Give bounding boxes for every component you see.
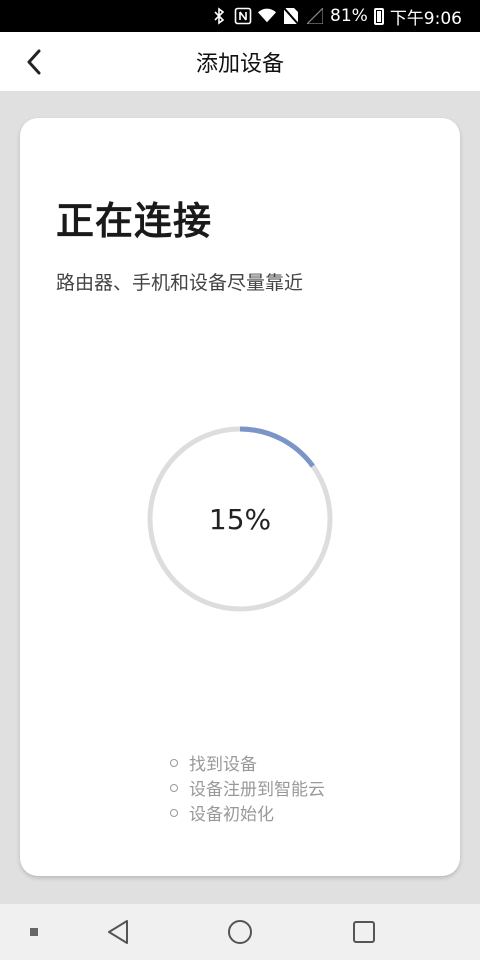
back-button[interactable] [14,42,54,82]
list-item: 找到设备 [170,750,325,775]
connecting-hint: 路由器、手机和设备尽量靠近 [56,272,304,294]
page-title: 添加设备 [195,51,284,77]
status-bar: 81% 下午9:06 [0,0,480,32]
home-circle-icon [228,920,252,944]
recents-dot-icon [30,928,38,936]
connecting-title: 正在连接 [56,199,213,243]
overview-square-icon [353,921,375,943]
connection-card: 正在连接 路由器、手机和设备尽量靠近 15% 找到设备 设备注册到智能云 设备初… [20,118,460,876]
step-circle-icon [170,808,178,817]
clock: 下午9:06 [389,8,462,29]
step-label: 设备注册到智能云 [189,780,325,800]
step-circle-icon [170,783,178,792]
system-nav-bar [0,904,480,960]
overview-nav-button[interactable] [346,914,382,950]
back-triangle-icon [108,920,128,944]
step-circle-icon [170,758,178,767]
progress-ring: 15% [146,425,334,613]
battery-icon [373,7,384,25]
back-nav-button[interactable] [100,916,136,948]
bluetooth-icon [210,7,228,25]
wifi-icon [258,7,277,25]
step-label: 设备初始化 [189,805,274,825]
step-label: 找到设备 [189,755,257,775]
nfc-icon [234,7,252,25]
chevron-left-icon [27,49,41,75]
app-bar: 添加设备 [0,32,480,91]
battery-percent: 81% [330,6,368,26]
list-item: 设备注册到智能云 [170,775,325,800]
progress-percent: 15% [208,502,272,536]
signal-icon [306,7,324,25]
home-nav-button[interactable] [222,914,258,950]
step-list: 找到设备 设备注册到智能云 设备初始化 [170,750,325,825]
no-sim-icon [282,7,300,25]
recents-dot-button[interactable] [28,926,40,938]
list-item: 设备初始化 [170,800,325,825]
